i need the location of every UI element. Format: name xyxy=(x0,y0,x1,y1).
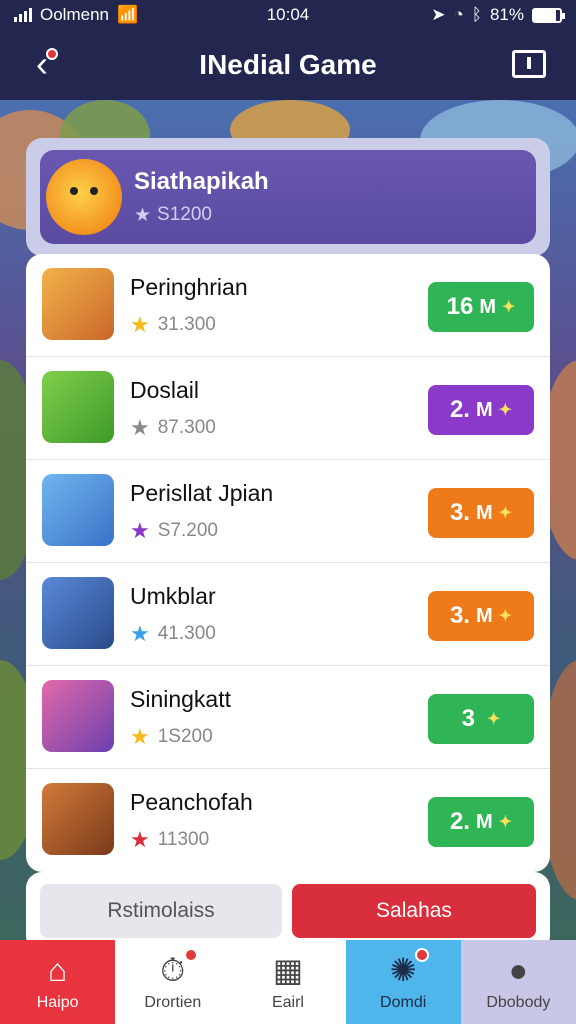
tab-label: Drortien xyxy=(144,994,202,1011)
sparkle-icon: ✦ xyxy=(501,299,516,316)
leaderboard-list: Peringhrian ★ 31.300 16 M ✦ Doslail ★ 87… xyxy=(26,254,550,872)
notification-dot xyxy=(414,948,429,962)
bluetooth-icon: ᛒ xyxy=(471,5,482,24)
star-icon: ★ xyxy=(130,827,150,852)
home-icon: ⌂ xyxy=(47,952,68,988)
rank-badge[interactable]: 3. M ✦ xyxy=(428,591,534,641)
player-score: ★ 1S200 xyxy=(130,724,213,749)
player-avatar-icon xyxy=(42,268,114,340)
tab-dbobody[interactable]: ● Dbobody xyxy=(460,940,576,1024)
tab-eairl[interactable]: ▦ Eairl xyxy=(230,940,346,1024)
player-name: Peringhrian xyxy=(130,274,248,300)
wifi-icon: 📶 xyxy=(116,5,139,24)
list-item[interactable]: Perisllat Jpian ★ S7.200 3. M ✦ xyxy=(26,460,550,563)
sparkle-icon: ✦ xyxy=(498,505,513,522)
profile-icon: ● xyxy=(508,952,528,988)
player-name: Peanchofah xyxy=(130,789,253,815)
battery-icon xyxy=(532,7,565,23)
page-title: INedial Game xyxy=(199,49,377,80)
menu-button[interactable] xyxy=(512,50,546,78)
star-icon: ★ xyxy=(134,204,152,226)
featured-score: ★ S1200 xyxy=(134,204,212,226)
player-avatar-icon xyxy=(42,783,114,855)
tab-label: Haipo xyxy=(36,994,79,1011)
tab-domdi[interactable]: ✺ Domdi xyxy=(345,940,461,1024)
player-score: ★ 41.300 xyxy=(130,621,216,646)
player-name: Siningkatt xyxy=(130,686,232,712)
player-avatar-icon xyxy=(42,577,114,649)
player-name: Umkblar xyxy=(130,583,216,609)
alarm-icon: ◔ xyxy=(453,5,464,24)
notification-dot xyxy=(184,948,199,962)
featured-name: Siathapikah xyxy=(134,167,269,195)
list-item[interactable]: Umkblar ★ 41.300 3. M ✦ xyxy=(26,563,550,666)
calendar-icon: ▦ xyxy=(272,952,304,988)
secondary-button[interactable]: Rstimolaiss xyxy=(40,884,282,938)
player-avatar-icon xyxy=(42,474,114,546)
list-item[interactable]: Siningkatt ★ 1S200 3 ✦ xyxy=(26,666,550,769)
list-item[interactable]: Peringhrian ★ 31.300 16 M ✦ xyxy=(26,254,550,357)
tab-haipo[interactable]: ⌂ Haipo xyxy=(0,940,116,1024)
star-icon: ★ xyxy=(130,621,150,646)
back-button[interactable]: ‹ xyxy=(22,44,62,84)
star-icon: ★ xyxy=(130,518,150,543)
chevron-left-icon: ‹ xyxy=(36,43,48,84)
player-score: ★ S7.200 xyxy=(130,518,218,543)
list-item[interactable]: Doslail ★ 87.300 2. M ✦ xyxy=(26,357,550,460)
tab-label: Dbobody xyxy=(486,994,551,1011)
star-icon: ★ xyxy=(130,312,150,337)
location-icon: ➤ xyxy=(431,5,446,24)
star-icon: ★ xyxy=(130,724,150,749)
player-score: ★ 31.300 xyxy=(130,312,216,337)
rank-badge[interactable]: 2. M ✦ xyxy=(428,797,534,847)
sparkle-icon: ✦ xyxy=(486,711,501,728)
tab-label: Eairl xyxy=(271,994,304,1011)
star-icon: ★ xyxy=(130,415,150,440)
primary-button[interactable]: Salahas xyxy=(292,884,536,938)
sparkle-icon: ✦ xyxy=(498,608,513,625)
notification-dot xyxy=(46,48,58,60)
player-avatar-icon xyxy=(42,680,114,752)
status-bar: Oolmenn 📶 10:04 ➤ ◔ ᛒ 81% xyxy=(0,0,576,30)
cat-avatar-icon xyxy=(46,159,122,235)
battery-percent: 81% xyxy=(489,5,524,24)
rank-badge[interactable]: 16 M ✦ xyxy=(428,282,534,332)
player-score: ★ 11300 xyxy=(130,827,210,852)
tab-bar: ⌂ Haipo ⏱ Drortien ▦ Eairl ✺ Domdi ● Dbo… xyxy=(0,940,576,1024)
list-item[interactable]: Peanchofah ★ 11300 2. M ✦ xyxy=(26,769,550,872)
featured-player[interactable]: Siathapikah ★ S1200 xyxy=(40,150,536,244)
app-header: ‹ INedial Game xyxy=(0,30,576,100)
player-score: ★ 87.300 xyxy=(130,415,216,440)
sparkle-icon: ✦ xyxy=(498,402,513,419)
tab-label: Domdi xyxy=(380,994,427,1011)
player-name: Doslail xyxy=(130,377,200,403)
tab-drortien[interactable]: ⏱ Drortien xyxy=(115,940,231,1024)
sparkle-icon: ✦ xyxy=(498,814,513,831)
rank-badge[interactable]: 2. M ✦ xyxy=(428,385,534,435)
rank-badge[interactable]: 3. M ✦ xyxy=(428,488,534,538)
player-name: Perisllat Jpian xyxy=(130,480,274,506)
rank-badge[interactable]: 3 ✦ xyxy=(428,694,534,744)
player-avatar-icon xyxy=(42,371,114,443)
signal-icon xyxy=(14,8,32,22)
carrier-name: Oolmenn xyxy=(40,5,109,24)
